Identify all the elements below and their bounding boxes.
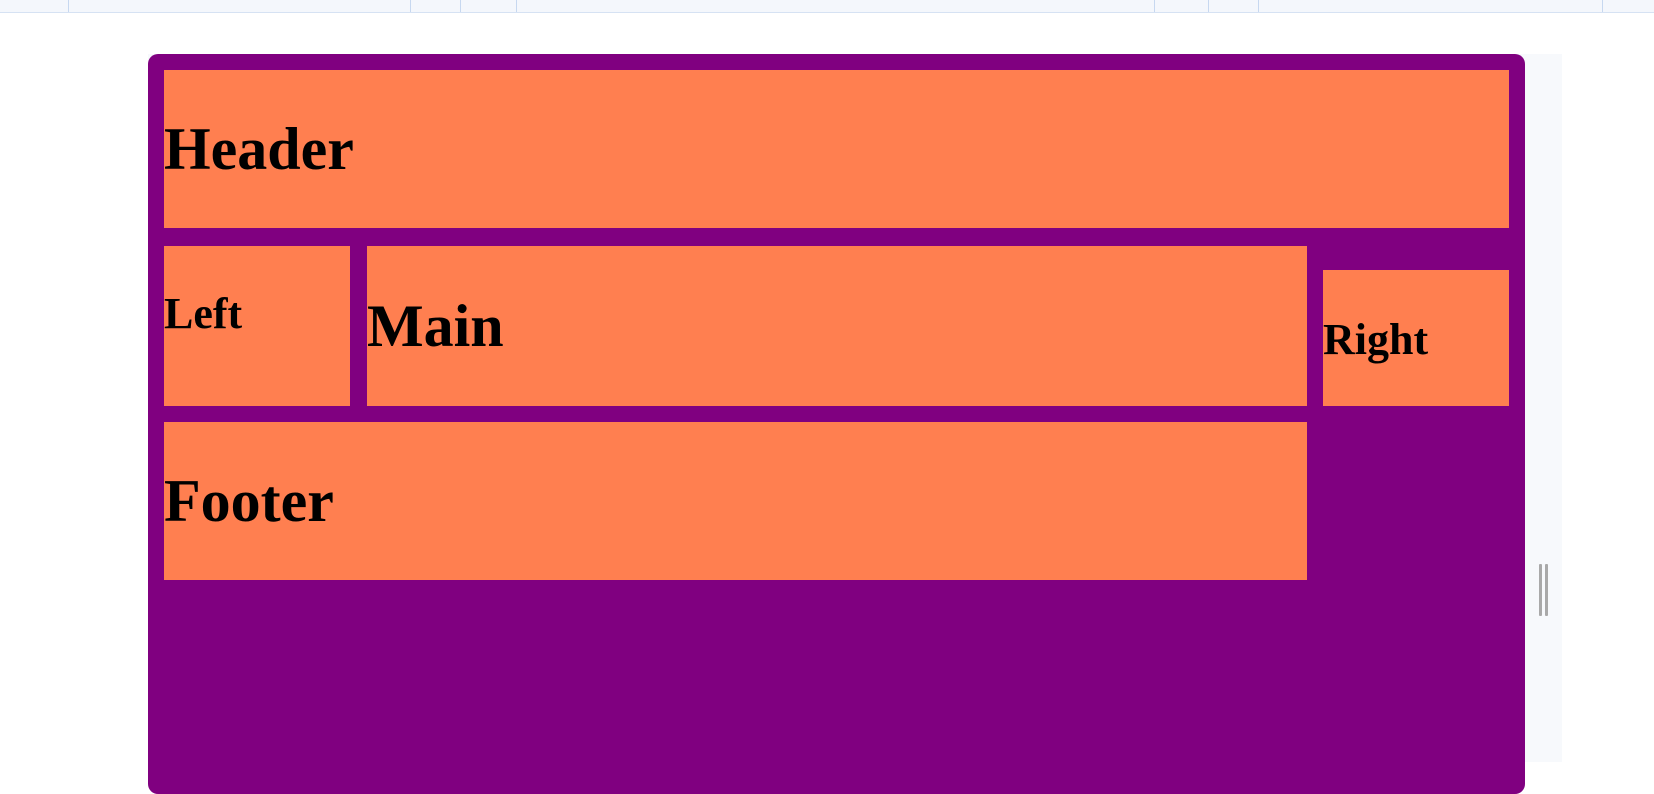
ruler-tick bbox=[1602, 0, 1603, 12]
main-label: Main bbox=[367, 293, 504, 359]
ruler-tick bbox=[460, 0, 461, 12]
ruler-tick bbox=[1208, 0, 1209, 12]
top-ruler bbox=[0, 0, 1654, 13]
footer-label: Footer bbox=[164, 468, 334, 534]
ruler-tick bbox=[68, 0, 69, 12]
grip-line bbox=[1538, 564, 1542, 616]
grip-line bbox=[1544, 564, 1548, 616]
ruler-tick bbox=[516, 0, 517, 12]
vertical-resize-grip-icon[interactable] bbox=[1538, 564, 1548, 616]
left-cell: Left bbox=[164, 246, 350, 406]
ruler-tick bbox=[410, 0, 411, 12]
footer-cell: Footer bbox=[164, 422, 1307, 580]
ruler-tick bbox=[1258, 0, 1259, 12]
right-label: Right bbox=[1323, 315, 1429, 364]
grid-container: Header Left Main Right Footer bbox=[148, 54, 1525, 794]
ruler-tick bbox=[1154, 0, 1155, 12]
header-label: Header bbox=[164, 116, 354, 182]
left-label: Left bbox=[164, 289, 243, 338]
main-cell: Main bbox=[367, 246, 1307, 406]
right-cell: Right bbox=[1323, 270, 1509, 406]
header-cell: Header bbox=[164, 70, 1509, 228]
